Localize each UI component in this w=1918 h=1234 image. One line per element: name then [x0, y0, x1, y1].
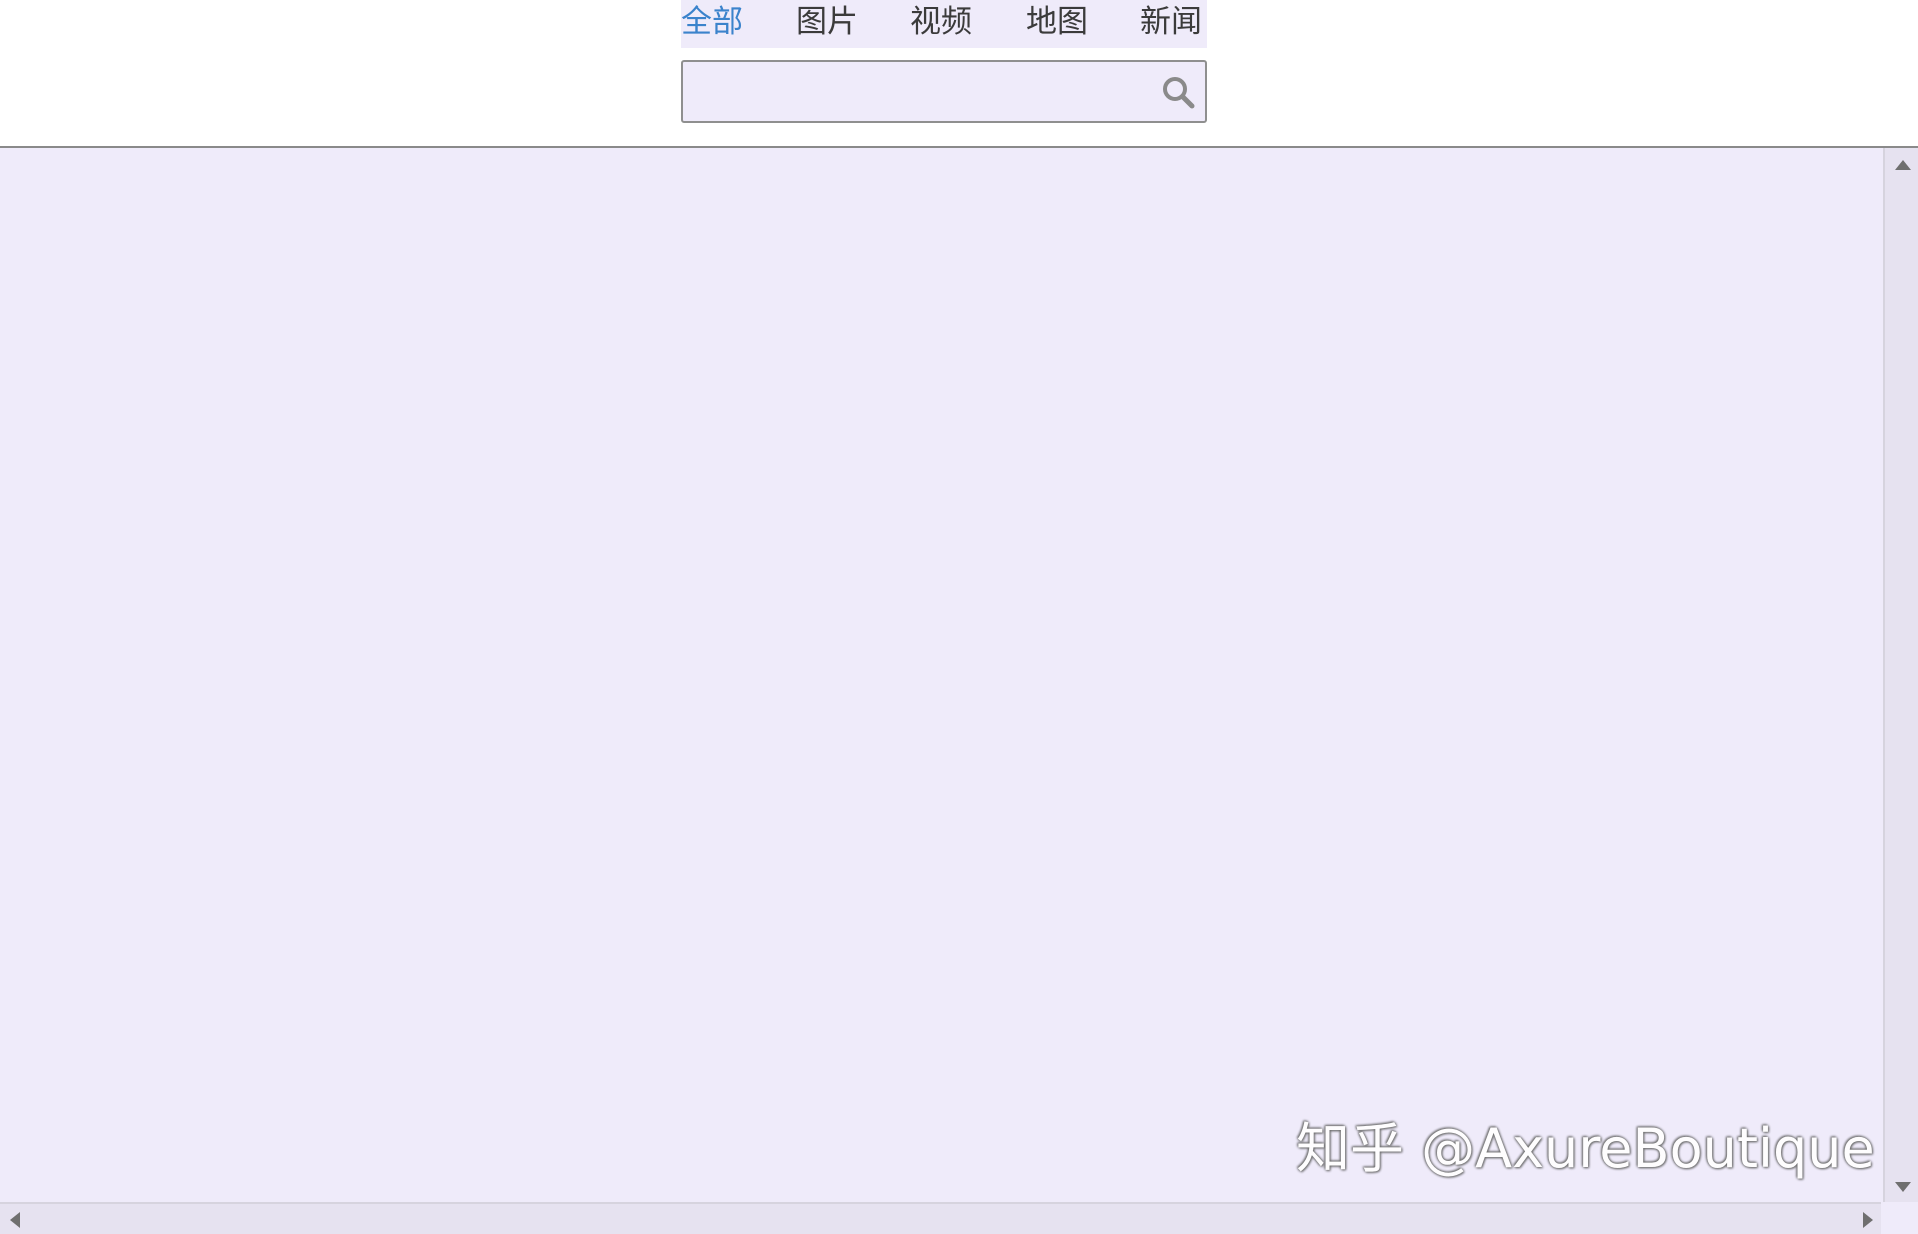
search-icon[interactable]	[1161, 75, 1195, 109]
tab-images[interactable]: 图片	[796, 2, 858, 42]
results-content-area	[0, 148, 1881, 1204]
results-frame	[0, 146, 1918, 1234]
vertical-scrollbar[interactable]	[1883, 148, 1918, 1204]
search-input[interactable]	[691, 68, 1145, 116]
watermark: 知乎 @AxureBoutique	[1296, 1117, 1875, 1180]
scroll-left-arrow-icon[interactable]	[10, 1212, 20, 1228]
tab-maps[interactable]: 地图	[1026, 2, 1088, 42]
tab-videos[interactable]: 视频	[910, 2, 972, 42]
search-tabs: 全部 图片 视频 地图 新闻	[681, 0, 1207, 48]
search-box	[681, 60, 1207, 123]
page: 全部 图片 视频 地图 新闻 知乎 @AxureBoutique	[0, 0, 1918, 1234]
scroll-right-arrow-icon[interactable]	[1863, 1212, 1873, 1228]
scroll-up-arrow-icon[interactable]	[1895, 160, 1911, 170]
horizontal-scrollbar[interactable]	[0, 1202, 1881, 1234]
scrollbar-corner	[1883, 1202, 1918, 1234]
tab-news[interactable]: 新闻	[1140, 2, 1202, 42]
scroll-down-arrow-icon[interactable]	[1895, 1182, 1911, 1192]
tab-all[interactable]: 全部	[681, 2, 743, 42]
